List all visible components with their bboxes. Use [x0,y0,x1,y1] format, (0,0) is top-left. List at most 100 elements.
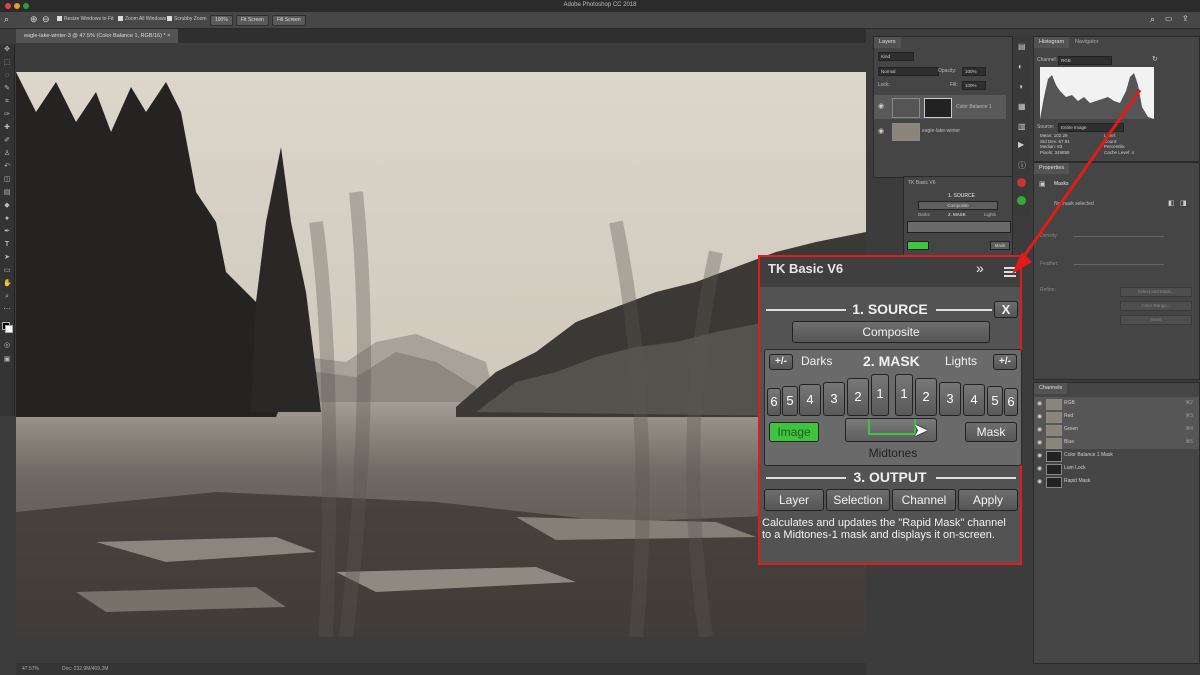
quick-select-tool-icon[interactable]: ✎ [3,85,11,93]
panel-icon[interactable]: ◑ [1018,82,1023,91]
darks-key-1[interactable]: 1 [871,374,889,416]
eye-icon[interactable]: ◉ [878,102,884,110]
shape-tool-icon[interactable]: ▭ [3,267,11,275]
zoom-tool-sidebar-icon[interactable]: ⌕ [3,293,11,301]
tab-histogram[interactable]: Histogram [1034,37,1070,48]
panel-icon[interactable]: ▥ [1018,122,1026,131]
hand-tool-icon[interactable]: ✋ [3,280,12,288]
eyedropper-tool-icon[interactable]: ✑ [3,111,11,119]
dodge-tool-icon[interactable]: ● [3,215,11,223]
eye-icon[interactable]: ◉ [1037,452,1042,459]
workspace-icon[interactable]: ▭ [1165,14,1173,23]
tab-navigator[interactable]: Navigator [1070,37,1104,48]
tk-close-button[interactable]: X [994,301,1018,318]
channel-row[interactable]: ◉ Red ⌘3 [1034,410,1199,423]
blend-mode-select[interactable]: Normal [878,67,939,76]
type-tool-icon[interactable]: T [3,241,11,249]
tk-small-mask-button[interactable]: Mask [990,241,1010,250]
quick-mask-icon[interactable]: ◎ [3,342,11,350]
path-select-tool-icon[interactable]: ➤ [3,254,11,262]
panel-icon[interactable]: ▤ [1018,42,1026,51]
opacity-input[interactable]: 100% [962,67,986,76]
zoom-in-icon[interactable]: ⊕ [30,14,38,25]
info-icon[interactable]: ⓘ [1018,160,1026,171]
share-icon[interactable]: ⇪ [1182,14,1189,23]
document-canvas[interactable] [16,72,866,637]
move-tool-icon[interactable]: ✥ [3,46,11,54]
eye-icon[interactable]: ◉ [1037,478,1042,485]
panel-icon[interactable]: ▦ [1018,102,1026,111]
fit-screen-button[interactable]: Fit Screen [236,15,269,26]
channel-row[interactable]: ◉ RGB ⌘2 [1034,397,1199,410]
brush-tool-icon[interactable]: ✐ [3,137,11,145]
channel-row[interactable]: ◉ Lum Lock [1034,462,1199,475]
tab-channels[interactable]: Channels [1034,383,1068,394]
close-tab-icon[interactable]: × [167,33,170,39]
tk-expand-icon[interactable]: » [976,260,984,276]
tk-small-keys[interactable] [907,221,1011,233]
blur-tool-icon[interactable]: ◆ [3,202,11,210]
zoom-out-icon[interactable]: ⊖ [42,14,50,25]
eye-icon[interactable]: ◉ [1037,465,1042,472]
apply-output-button[interactable]: Apply [958,489,1018,511]
extension-icon[interactable] [1017,178,1026,187]
zoom-level[interactable]: 47.57% [22,663,39,675]
lights-key-2[interactable]: 2 [915,378,937,416]
search-icon[interactable]: ⌕ [1150,14,1155,25]
channel-select[interactable]: RGB [1058,56,1112,65]
marquee-tool-icon[interactable]: ⬚ [3,59,11,67]
lights-key-5[interactable]: 5 [987,386,1003,416]
channel-row[interactable]: ◉ Rapid Mask [1034,475,1199,488]
lights-key-4[interactable]: 4 [963,384,985,416]
lasso-tool-icon[interactable]: ◌ [3,72,11,80]
layer-row-color-balance[interactable]: ◉ Color Balance 1 [874,95,1006,119]
darks-key-2[interactable]: 2 [847,378,869,416]
document-size[interactable]: Doc: 232.9M/409.2M [62,663,108,675]
darks-key-6[interactable]: 6 [767,388,781,416]
lights-key-1[interactable]: 1 [895,374,913,416]
screen-mode-icon[interactable]: ▣ [3,356,11,364]
mask-button[interactable]: Mask [965,422,1017,442]
scrubby-zoom-checkbox[interactable]: Scrubby Zoom [167,16,207,22]
healing-tool-icon[interactable]: ✚ [3,124,11,132]
zoom-100-button[interactable]: 100% [210,15,233,26]
pen-tool-icon[interactable]: ✒ [3,228,11,236]
clone-stamp-tool-icon[interactable]: ♙ [3,150,11,158]
layer-row-background[interactable]: ◉ eagle-lake-winter [874,121,1006,141]
fill-input[interactable]: 100% [962,81,986,90]
layer-output-button[interactable]: Layer [764,489,824,511]
panel-icon[interactable]: ◐ [1018,62,1023,71]
eye-icon[interactable]: ◉ [878,127,884,135]
density-slider[interactable] [1074,236,1164,237]
eye-icon[interactable]: ◉ [1037,439,1042,446]
composite-button[interactable]: Composite [792,321,990,343]
channel-row[interactable]: ◉ Blue ⌘5 [1034,436,1199,449]
darks-key-4[interactable]: 4 [799,384,821,416]
play-icon[interactable]: ▶ [1018,140,1024,149]
background-color-swatch[interactable] [5,325,13,333]
feather-slider[interactable] [1074,264,1164,265]
fill-screen-button[interactable]: Fill Screen [272,15,306,26]
selection-output-button[interactable]: Selection [826,489,890,511]
eye-icon[interactable]: ◉ [1037,426,1042,433]
eye-icon[interactable]: ◉ [1037,400,1042,407]
tab-properties[interactable]: Properties [1034,163,1070,174]
add-vector-mask-icon[interactable]: ◨ [1180,199,1187,207]
color-range-button[interactable]: Color Range... [1120,301,1192,311]
lights-key-3[interactable]: 3 [939,382,961,416]
more-tools-icon[interactable]: ⋯ [3,306,11,314]
resize-windows-checkbox[interactable]: Resize Windows to Fit [57,16,113,22]
add-pixel-mask-icon[interactable]: ◧ [1168,199,1175,207]
tk-small-image-button[interactable] [907,241,929,250]
tk-small-composite-button[interactable]: Composite [918,201,998,210]
eraser-tool-icon[interactable]: ◫ [3,176,11,184]
refresh-icon[interactable]: ↻ [1152,55,1158,63]
eye-icon[interactable]: ◉ [1037,413,1042,420]
zoom-all-checkbox[interactable]: Zoom All Windows [118,16,166,22]
select-and-mask-button[interactable]: Select and Mask... [1120,287,1192,297]
zoom-tool-icon[interactable]: ⌕ [4,14,9,25]
channel-output-button[interactable]: Channel [892,489,956,511]
tab-layers[interactable]: Layers [874,37,901,48]
gradient-tool-icon[interactable]: ▤ [3,189,11,197]
lights-plus-minus-button[interactable]: +/- [993,354,1017,370]
